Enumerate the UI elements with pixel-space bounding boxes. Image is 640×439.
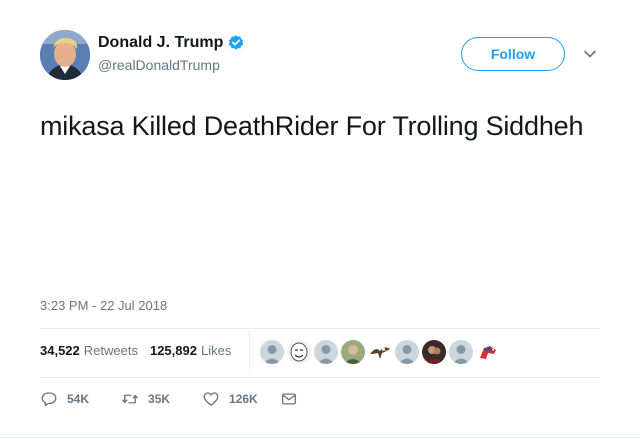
liker-avatar-person-icon[interactable]: [341, 340, 365, 364]
liker-avatar-default-icon[interactable]: [260, 340, 284, 364]
tweet-stats: 34,522 Retweets 125,892 Likes: [40, 343, 243, 358]
reply-count: 54K: [67, 392, 90, 406]
liker-avatar-mascot-icon[interactable]: [476, 340, 500, 364]
tweet-timestamp[interactable]: 3:23 PM - 22 Jul 2018: [40, 298, 167, 313]
retweet-icon: [122, 394, 139, 404]
stats-separator: [249, 331, 250, 369]
likes-stat[interactable]: 125,892 Likes: [150, 343, 231, 358]
direct-message-button[interactable]: [280, 390, 307, 408]
liker-avatar-eagle-icon[interactable]: [368, 340, 392, 364]
likes-count: 125,892: [149, 343, 197, 358]
author-handle[interactable]: @realDonaldTrump: [98, 57, 245, 73]
retweets-stat[interactable]: 34,522 Retweets: [40, 343, 138, 358]
liker-avatar-meme-face-icon[interactable]: [287, 340, 311, 364]
divider: [40, 328, 600, 329]
reply-button[interactable]: 54K: [40, 390, 89, 408]
like-count: 126K: [229, 392, 258, 406]
liker-avatar-default-icon[interactable]: [314, 340, 338, 364]
liker-avatar-default-icon[interactable]: [395, 340, 419, 364]
verified-badge-icon: [229, 35, 244, 50]
reply-icon: [41, 392, 57, 407]
author-avatar[interactable]: [40, 30, 90, 80]
author-name-row[interactable]: Donald J. Trump: [98, 34, 245, 52]
retweets-label: Retweets: [83, 343, 138, 358]
like-button[interactable]: 126K: [202, 390, 258, 408]
tweet-text: mikasa Killed DeathRider For Trolling Si…: [40, 111, 584, 141]
author-info: Donald J. Trump @realDonaldTrump: [98, 34, 245, 73]
heart-icon: [203, 392, 219, 406]
envelope-icon: [281, 393, 296, 405]
follow-button[interactable]: Follow: [461, 37, 565, 71]
tweet-actions: 54K 35K 126K: [40, 390, 307, 408]
bottom-border: [0, 437, 640, 438]
author-display-name[interactable]: Donald J. Trump: [98, 34, 223, 52]
divider: [40, 377, 600, 378]
liker-avatar-default-icon[interactable]: [449, 340, 473, 364]
retweet-count: 35K: [148, 392, 171, 406]
liker-avatar-person-dark-icon[interactable]: [422, 340, 446, 364]
retweets-count: 34,522: [40, 343, 80, 358]
tweet-card: Donald J. Trump @realDonaldTrump Follow …: [0, 0, 640, 439]
avatar-portrait-icon: [40, 30, 90, 80]
likes-label: Likes: [200, 343, 232, 358]
liker-avatars: [260, 340, 503, 364]
chevron-down-icon[interactable]: [583, 47, 597, 61]
retweet-button[interactable]: 35K: [121, 390, 170, 408]
